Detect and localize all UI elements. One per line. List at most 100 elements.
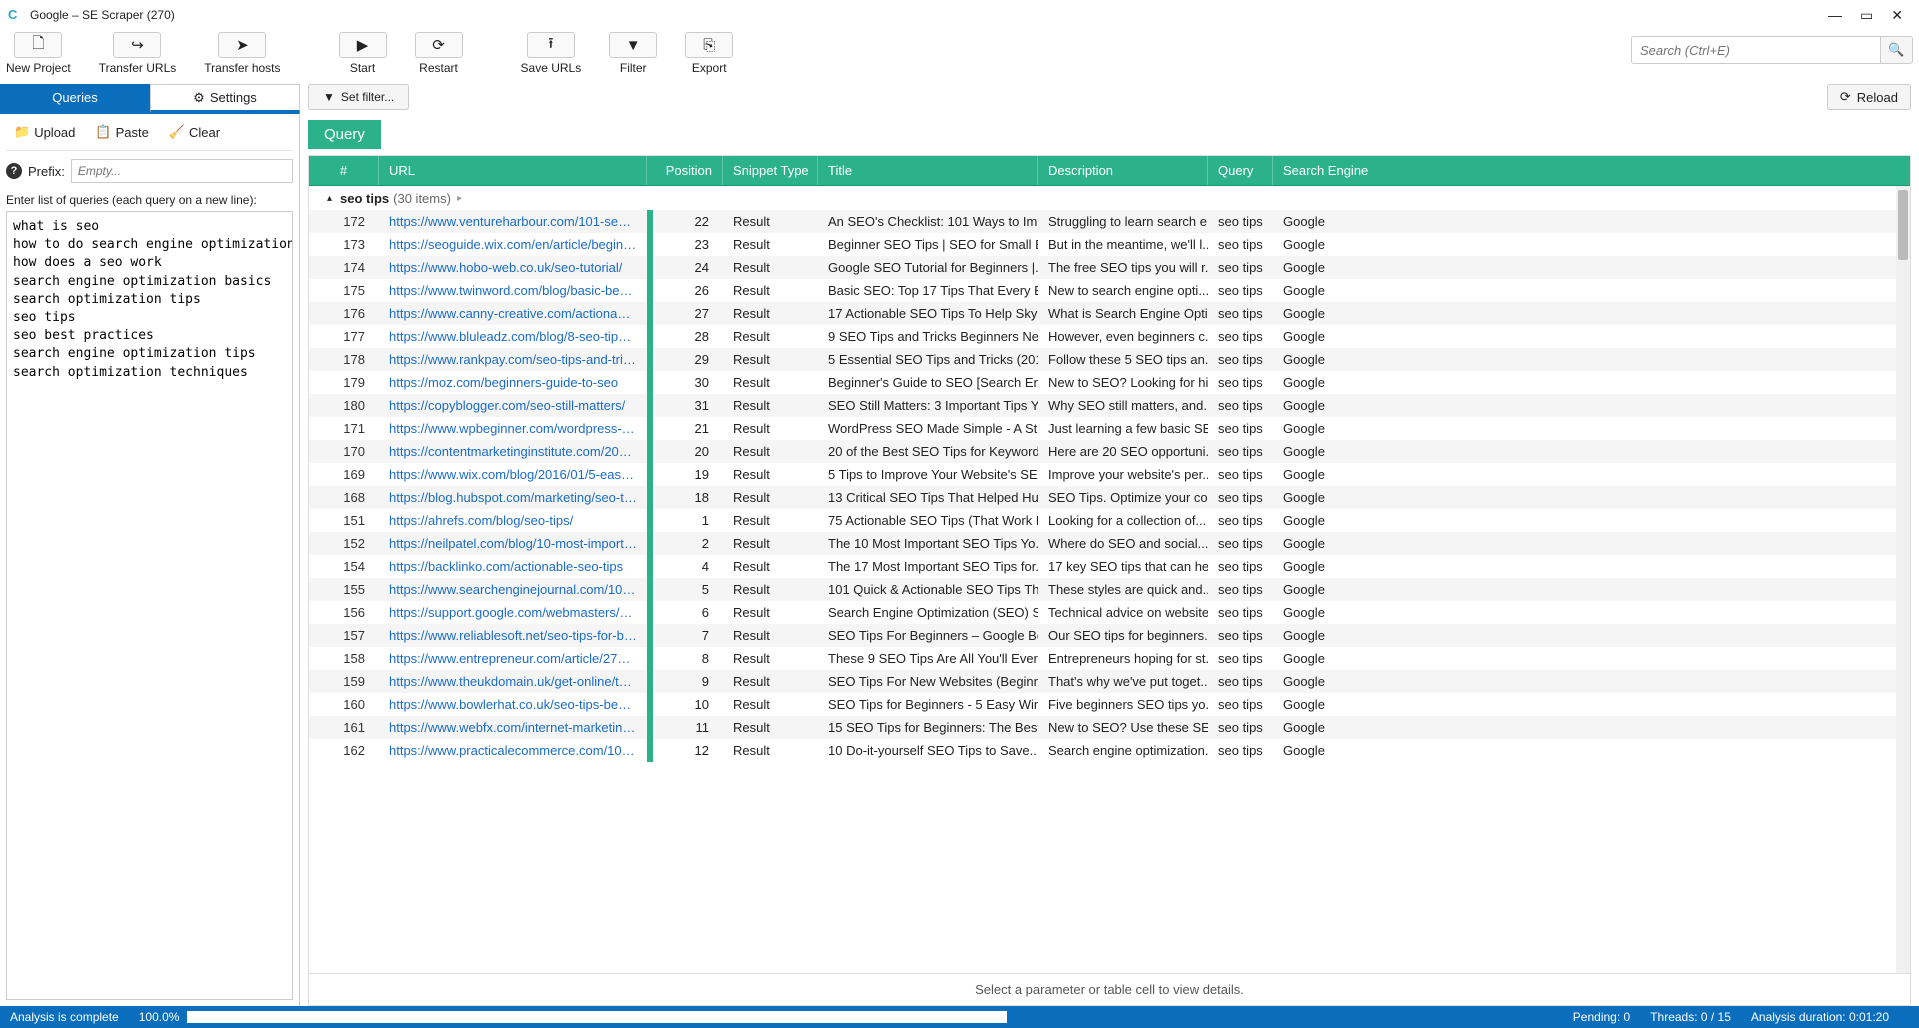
table-row[interactable]: 176https://www.canny-creative.com/action… [309, 302, 1910, 325]
transfer-urls-button[interactable]: ↪ Transfer URLs [99, 32, 177, 75]
col-number[interactable]: # [309, 156, 379, 185]
cell-url[interactable]: https://www.rankpay.com/seo-tips-and-tri… [379, 348, 647, 371]
search-input[interactable] [1631, 36, 1881, 64]
cell-snippet: Result [723, 509, 818, 532]
transfer-hosts-button[interactable]: ➤ Transfer hosts [204, 32, 280, 75]
paste-button[interactable]: 📋 Paste [87, 120, 156, 144]
table-row[interactable]: 169https://www.wix.com/blog/2016/01/5-ea… [309, 463, 1910, 486]
clear-button[interactable]: 🧹 Clear [161, 120, 228, 144]
col-title[interactable]: Title [818, 156, 1038, 185]
cell-url[interactable]: https://www.hobo-web.co.uk/seo-tutorial/ [379, 256, 647, 279]
table-row[interactable]: 154https://backlinko.com/actionable-seo-… [309, 555, 1910, 578]
cell-num: 154 [309, 555, 379, 578]
set-filter-button[interactable]: ▼ Set filter... [308, 84, 409, 110]
cell-url[interactable]: https://www.canny-creative.com/actionabl… [379, 302, 647, 325]
reload-button[interactable]: ⟳ Reload [1827, 84, 1911, 110]
cell-desc: New to SEO? Use these SE... [1038, 716, 1208, 739]
cell-url[interactable]: https://support.google.com/webmasters/an… [379, 601, 647, 624]
cell-url[interactable]: https://backlinko.com/actionable-seo-tip… [379, 555, 647, 578]
minimize-icon[interactable]: — [1828, 7, 1842, 24]
search-box: 🔍 [1631, 36, 1913, 64]
cell-url[interactable]: https://moz.com/beginners-guide-to-seo [379, 371, 647, 394]
table-row[interactable]: 159https://www.theukdomain.uk/get-online… [309, 670, 1910, 693]
cell-url[interactable]: https://neilpatel.com/blog/10-most-impor… [379, 532, 647, 555]
cell-query: seo tips [1208, 555, 1273, 578]
filter-button[interactable]: ▼ Filter [609, 32, 657, 75]
cell-query: seo tips [1208, 486, 1273, 509]
cell-desc: New to SEO? Looking for hi... [1038, 371, 1208, 394]
maximize-icon[interactable]: ▭ [1860, 7, 1873, 24]
cell-url[interactable]: https://contentmarketinginstitute.com/20… [379, 440, 647, 463]
cell-url[interactable]: https://www.webfx.com/internet-marketing… [379, 716, 647, 739]
table-row[interactable]: 180https://copyblogger.com/seo-still-mat… [309, 394, 1910, 417]
table-row[interactable]: 158https://www.entrepreneur.com/article/… [309, 647, 1910, 670]
table-row[interactable]: 160https://www.bowlerhat.co.uk/seo-tips-… [309, 693, 1910, 716]
col-snippet-type[interactable]: Snippet Type [723, 156, 818, 185]
table-row[interactable]: 170https://contentmarketinginstitute.com… [309, 440, 1910, 463]
cell-desc: Technical advice on website... [1038, 601, 1208, 624]
table-row[interactable]: 171https://www.wpbeginner.com/wordpress-… [309, 417, 1910, 440]
cell-position: 28 [653, 325, 723, 348]
table-row[interactable]: 151https://ahrefs.com/blog/seo-tips/1Res… [309, 509, 1910, 532]
col-url[interactable]: URL [379, 156, 647, 185]
cell-url[interactable]: https://www.wix.com/blog/2016/01/5-easy-… [379, 463, 647, 486]
cell-url[interactable]: https://www.searchenginejournal.com/101-… [379, 578, 647, 601]
cell-url[interactable]: https://www.ventureharbour.com/101-seo-t… [379, 210, 647, 233]
cell-url[interactable]: https://copyblogger.com/seo-still-matter… [379, 394, 647, 417]
start-button[interactable]: ▶ Start [339, 32, 387, 75]
funnel-icon: ▼ [323, 90, 335, 104]
table-row[interactable]: 179https://moz.com/beginners-guide-to-se… [309, 371, 1910, 394]
table-row[interactable]: 162https://www.practicalecommerce.com/10… [309, 739, 1910, 762]
cell-url[interactable]: https://www.bowlerhat.co.uk/seo-tips-beg… [379, 693, 647, 716]
upload-button[interactable]: 📁 Upload [6, 120, 83, 144]
queries-textarea[interactable] [6, 211, 293, 1000]
table-body[interactable]: 172https://www.ventureharbour.com/101-se… [309, 210, 1910, 973]
cell-position: 8 [653, 647, 723, 670]
cell-desc: Improve your website's per... [1038, 463, 1208, 486]
main-toolbar: 🗋 New Project ↪ Transfer URLs ➤ Transfer… [0, 30, 1919, 84]
table-row[interactable]: 161https://www.webfx.com/internet-market… [309, 716, 1910, 739]
table-row[interactable]: 155https://www.searchenginejournal.com/1… [309, 578, 1910, 601]
search-button[interactable]: 🔍 [1881, 36, 1913, 64]
tab-settings[interactable]: ⚙ Settings [150, 84, 300, 112]
table-row[interactable]: 152https://neilpatel.com/blog/10-most-im… [309, 532, 1910, 555]
cell-url[interactable]: https://www.twinword.com/blog/basic-begi… [379, 279, 647, 302]
cell-url[interactable]: https://www.wpbeginner.com/wordpress-seo… [379, 417, 647, 440]
cell-url[interactable]: https://www.practicalecommerce.com/10-do… [379, 739, 647, 762]
table-row[interactable]: 168https://blog.hubspot.com/marketing/se… [309, 486, 1910, 509]
table-row[interactable]: 178https://www.rankpay.com/seo-tips-and-… [309, 348, 1910, 371]
restart-button[interactable]: ⟳ Restart [415, 32, 463, 75]
cell-url[interactable]: https://www.theukdomain.uk/get-online/to… [379, 670, 647, 693]
table-row[interactable]: 175https://www.twinword.com/blog/basic-b… [309, 279, 1910, 302]
prefix-input[interactable] [71, 159, 293, 183]
close-icon[interactable]: ✕ [1891, 7, 1903, 24]
scrollbar[interactable] [1896, 186, 1910, 973]
cell-url[interactable]: https://blog.hubspot.com/marketing/seo-t… [379, 486, 647, 509]
new-project-button[interactable]: 🗋 New Project [6, 32, 71, 75]
table-row[interactable]: 156https://support.google.com/webmasters… [309, 601, 1910, 624]
table-row[interactable]: 177https://www.bluleadz.com/blog/8-seo-t… [309, 325, 1910, 348]
cell-query: seo tips [1208, 440, 1273, 463]
cell-snippet: Result [723, 256, 818, 279]
cell-title: SEO Tips For Beginners – Google Bo... [818, 624, 1038, 647]
table-row[interactable]: 173https://seoguide.wix.com/en/article/b… [309, 233, 1910, 256]
cell-url[interactable]: https://ahrefs.com/blog/seo-tips/ [379, 509, 647, 532]
cell-url[interactable]: https://seoguide.wix.com/en/article/begi… [379, 233, 647, 256]
col-query[interactable]: Query [1208, 156, 1273, 185]
col-description[interactable]: Description [1038, 156, 1208, 185]
col-position[interactable]: Position [653, 156, 723, 185]
export-button[interactable]: ⎘ Export [685, 32, 733, 75]
cell-snippet: Result [723, 601, 818, 624]
col-search-engine[interactable]: Search Engine [1273, 156, 1383, 185]
cell-url[interactable]: https://www.entrepreneur.com/article/274… [379, 647, 647, 670]
tab-queries[interactable]: Queries [0, 84, 150, 112]
cell-url[interactable]: https://www.reliablesoft.net/seo-tips-fo… [379, 624, 647, 647]
cell-url[interactable]: https://www.bluleadz.com/blog/8-seo-tips… [379, 325, 647, 348]
save-urls-button[interactable]: ⭱ Save URLs [521, 32, 582, 75]
table-row[interactable]: 174https://www.hobo-web.co.uk/seo-tutori… [309, 256, 1910, 279]
table-row[interactable]: 157https://www.reliablesoft.net/seo-tips… [309, 624, 1910, 647]
help-icon[interactable]: ? [6, 163, 22, 179]
group-row[interactable]: ▴ seo tips (30 items) ▸ [309, 186, 1910, 210]
scrollbar-thumb[interactable] [1898, 190, 1908, 260]
table-row[interactable]: 172https://www.ventureharbour.com/101-se… [309, 210, 1910, 233]
